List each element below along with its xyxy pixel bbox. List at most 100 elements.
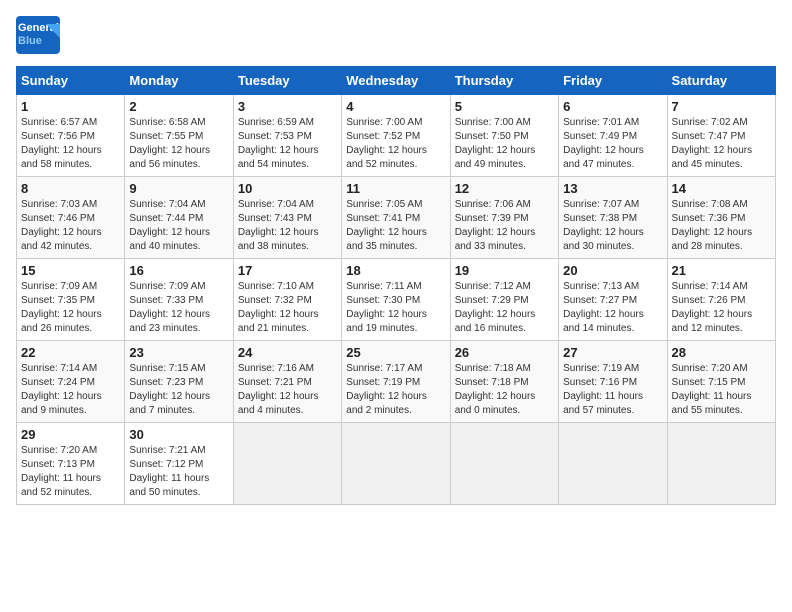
day-info: Sunrise: 7:04 AM Sunset: 7:43 PM Dayligh… [238,198,337,254]
calendar-cell: 16 Sunrise: 7:09 AM Sunset: 7:33 PM Dayli… [125,259,233,341]
calendar-cell [342,423,450,505]
day-info: Sunrise: 7:13 AM Sunset: 7:27 PM Dayligh… [563,280,662,336]
calendar-cell: 6 Sunrise: 7:01 AM Sunset: 7:49 PM Daylig… [559,95,667,177]
day-info: Sunrise: 7:19 AM Sunset: 7:16 PM Dayligh… [563,362,662,418]
calendar-cell: 21 Sunrise: 7:14 AM Sunset: 7:26 PM Dayli… [667,259,775,341]
calendar-table: SundayMondayTuesdayWednesdayThursdayFrid… [16,66,776,505]
calendar-cell: 25 Sunrise: 7:17 AM Sunset: 7:19 PM Dayli… [342,341,450,423]
day-info: Sunrise: 7:06 AM Sunset: 7:39 PM Dayligh… [455,198,554,254]
day-info: Sunrise: 7:08 AM Sunset: 7:36 PM Dayligh… [672,198,771,254]
day-info: Sunrise: 7:09 AM Sunset: 7:33 PM Dayligh… [129,280,228,336]
calendar-cell [450,423,558,505]
day-info: Sunrise: 7:10 AM Sunset: 7:32 PM Dayligh… [238,280,337,336]
day-info: Sunrise: 7:11 AM Sunset: 7:30 PM Dayligh… [346,280,445,336]
day-info: Sunrise: 7:16 AM Sunset: 7:21 PM Dayligh… [238,362,337,418]
day-number: 9 [129,181,228,196]
calendar-cell: 19 Sunrise: 7:12 AM Sunset: 7:29 PM Dayli… [450,259,558,341]
calendar-week-4: 22 Sunrise: 7:14 AM Sunset: 7:24 PM Dayli… [17,341,776,423]
calendar-week-5: 29Sunrise: 7:20 AM Sunset: 7:13 PM Dayli… [17,423,776,505]
calendar-cell: 29Sunrise: 7:20 AM Sunset: 7:13 PM Dayli… [17,423,125,505]
day-info: Sunrise: 6:57 AM Sunset: 7:56 PM Dayligh… [21,116,120,172]
calendar-cell: 13 Sunrise: 7:07 AM Sunset: 7:38 PM Dayli… [559,177,667,259]
day-number: 16 [129,263,228,278]
day-number: 13 [563,181,662,196]
logo-icon: General Blue [16,16,60,54]
day-info: Sunrise: 7:03 AM Sunset: 7:46 PM Dayligh… [21,198,120,254]
day-number: 26 [455,345,554,360]
calendar-week-1: 1 Sunrise: 6:57 AM Sunset: 7:56 PM Daylig… [17,95,776,177]
calendar-cell: 9Sunrise: 7:04 AM Sunset: 7:44 PM Daylig… [125,177,233,259]
day-number: 22 [21,345,120,360]
weekday-header-tuesday: Tuesday [233,67,341,95]
calendar-cell: 15 Sunrise: 7:09 AM Sunset: 7:35 PM Dayli… [17,259,125,341]
day-number: 5 [455,99,554,114]
calendar-cell: 3 Sunrise: 6:59 AM Sunset: 7:53 PM Daylig… [233,95,341,177]
day-number: 2 [129,99,228,114]
day-number: 24 [238,345,337,360]
day-info: Sunrise: 6:59 AM Sunset: 7:53 PM Dayligh… [238,116,337,172]
calendar-cell: 5 Sunrise: 7:00 AM Sunset: 7:50 PM Daylig… [450,95,558,177]
weekday-header-sunday: Sunday [17,67,125,95]
day-info: Sunrise: 7:14 AM Sunset: 7:26 PM Dayligh… [672,280,771,336]
day-number: 21 [672,263,771,278]
day-number: 27 [563,345,662,360]
day-number: 11 [346,181,445,196]
calendar-cell: 18 Sunrise: 7:11 AM Sunset: 7:30 PM Dayli… [342,259,450,341]
day-info: Sunrise: 7:07 AM Sunset: 7:38 PM Dayligh… [563,198,662,254]
day-info: Sunrise: 7:12 AM Sunset: 7:29 PM Dayligh… [455,280,554,336]
calendar-cell: 23 Sunrise: 7:15 AM Sunset: 7:23 PM Dayli… [125,341,233,423]
weekday-header-wednesday: Wednesday [342,67,450,95]
weekday-header-saturday: Saturday [667,67,775,95]
calendar-cell: 14 Sunrise: 7:08 AM Sunset: 7:36 PM Dayli… [667,177,775,259]
day-number: 6 [563,99,662,114]
day-info: Sunrise: 7:09 AM Sunset: 7:35 PM Dayligh… [21,280,120,336]
day-info: Sunrise: 7:02 AM Sunset: 7:47 PM Dayligh… [672,116,771,172]
day-info: Sunrise: 7:01 AM Sunset: 7:49 PM Dayligh… [563,116,662,172]
calendar-cell: 4 Sunrise: 7:00 AM Sunset: 7:52 PM Daylig… [342,95,450,177]
calendar-cell: 28Sunrise: 7:20 AM Sunset: 7:15 PM Dayli… [667,341,775,423]
calendar-cell: 26 Sunrise: 7:18 AM Sunset: 7:18 PM Dayli… [450,341,558,423]
day-info: Sunrise: 7:00 AM Sunset: 7:50 PM Dayligh… [455,116,554,172]
day-number: 25 [346,345,445,360]
svg-text:Blue: Blue [18,35,42,47]
weekday-header-monday: Monday [125,67,233,95]
day-info: Sunrise: 7:05 AM Sunset: 7:41 PM Dayligh… [346,198,445,254]
day-number: 17 [238,263,337,278]
calendar-cell: 1 Sunrise: 6:57 AM Sunset: 7:56 PM Daylig… [17,95,125,177]
day-info: Sunrise: 7:00 AM Sunset: 7:52 PM Dayligh… [346,116,445,172]
calendar-cell: 12 Sunrise: 7:06 AM Sunset: 7:39 PM Dayli… [450,177,558,259]
day-number: 12 [455,181,554,196]
day-info: Sunrise: 7:18 AM Sunset: 7:18 PM Dayligh… [455,362,554,418]
weekday-header-thursday: Thursday [450,67,558,95]
day-info: Sunrise: 7:14 AM Sunset: 7:24 PM Dayligh… [21,362,120,418]
calendar-cell: 7 Sunrise: 7:02 AM Sunset: 7:47 PM Daylig… [667,95,775,177]
day-number: 15 [21,263,120,278]
day-number: 23 [129,345,228,360]
calendar-cell: 24 Sunrise: 7:16 AM Sunset: 7:21 PM Dayli… [233,341,341,423]
day-info: Sunrise: 7:17 AM Sunset: 7:19 PM Dayligh… [346,362,445,418]
day-info: Sunrise: 7:20 AM Sunset: 7:15 PM Dayligh… [672,362,771,418]
day-number: 1 [21,99,120,114]
day-number: 18 [346,263,445,278]
day-info: Sunrise: 7:15 AM Sunset: 7:23 PM Dayligh… [129,362,228,418]
calendar-cell [233,423,341,505]
day-number: 29 [21,427,120,442]
day-number: 7 [672,99,771,114]
day-number: 14 [672,181,771,196]
calendar-cell: 2 Sunrise: 6:58 AM Sunset: 7:55 PM Daylig… [125,95,233,177]
calendar-cell: 20 Sunrise: 7:13 AM Sunset: 7:27 PM Dayli… [559,259,667,341]
day-number: 10 [238,181,337,196]
day-number: 3 [238,99,337,114]
calendar-cell: 22 Sunrise: 7:14 AM Sunset: 7:24 PM Dayli… [17,341,125,423]
page-header: General Blue [16,16,776,54]
calendar-cell: 27 Sunrise: 7:19 AM Sunset: 7:16 PM Dayli… [559,341,667,423]
calendar-cell [559,423,667,505]
day-number: 19 [455,263,554,278]
day-number: 4 [346,99,445,114]
calendar-cell: 30Sunrise: 7:21 AM Sunset: 7:12 PM Dayli… [125,423,233,505]
day-number: 20 [563,263,662,278]
calendar-header: SundayMondayTuesdayWednesdayThursdayFrid… [17,67,776,95]
day-info: Sunrise: 7:21 AM Sunset: 7:12 PM Dayligh… [129,444,228,500]
day-info: Sunrise: 6:58 AM Sunset: 7:55 PM Dayligh… [129,116,228,172]
calendar-week-2: 8Sunrise: 7:03 AM Sunset: 7:46 PM Daylig… [17,177,776,259]
